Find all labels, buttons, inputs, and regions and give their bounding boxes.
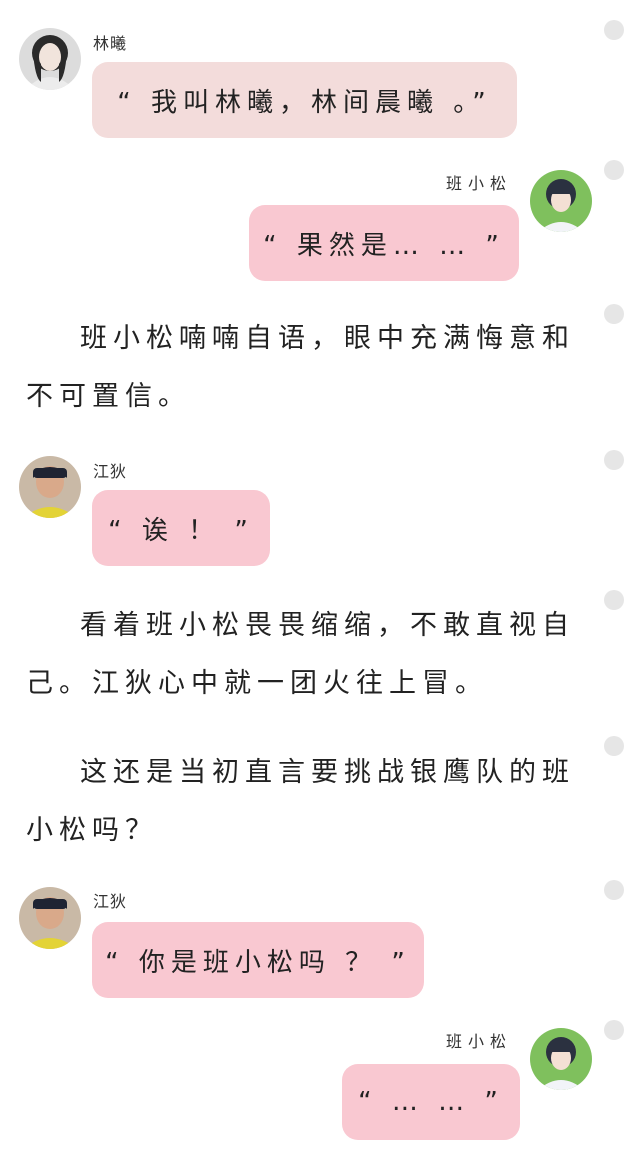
comment-dot-icon[interactable] — [604, 880, 624, 900]
narration-paragraph: 这还是当初直言要挑战银鹰队的班小松吗？ — [26, 757, 575, 846]
avatar[interactable] — [530, 1028, 592, 1090]
comment-dot-icon[interactable] — [604, 1020, 624, 1040]
avatar[interactable] — [530, 170, 592, 232]
comment-dot-icon[interactable] — [604, 20, 624, 40]
comment-dot-icon[interactable] — [604, 160, 624, 180]
narration-paragraph: 班小松喃喃自语，眼中充满悔意和不可置信。 — [26, 323, 575, 412]
message-bubble[interactable]: “ 我叫林曦，林间晨曦 。” — [92, 62, 517, 138]
message-bubble[interactable]: “ 你是班小松吗 ？ ” — [92, 922, 424, 998]
avatar[interactable] — [19, 28, 81, 90]
message-bubble[interactable]: “ 诶 ！ ” — [92, 490, 270, 566]
narration-paragraph: 看着班小松畏畏缩缩，不敢直视自己。江狄心中就一团火往上冒。 — [26, 610, 575, 699]
speaker-name: 江狄 — [93, 892, 128, 911]
speaker-name: 林曦 — [93, 34, 128, 53]
comment-dot-icon[interactable] — [604, 590, 624, 610]
comment-dot-icon[interactable] — [604, 304, 624, 324]
comment-dot-icon[interactable] — [604, 736, 624, 756]
avatar[interactable] — [19, 887, 81, 949]
avatar[interactable] — [19, 456, 81, 518]
speaker-name: 班小松 — [446, 174, 513, 193]
message-bubble[interactable]: “ 果然是… … ” — [249, 205, 519, 281]
speaker-name: 江狄 — [93, 462, 128, 481]
message-bubble[interactable]: “ … … ” — [342, 1064, 520, 1140]
speaker-name: 班小松 — [446, 1032, 513, 1051]
comment-dot-icon[interactable] — [604, 450, 624, 470]
